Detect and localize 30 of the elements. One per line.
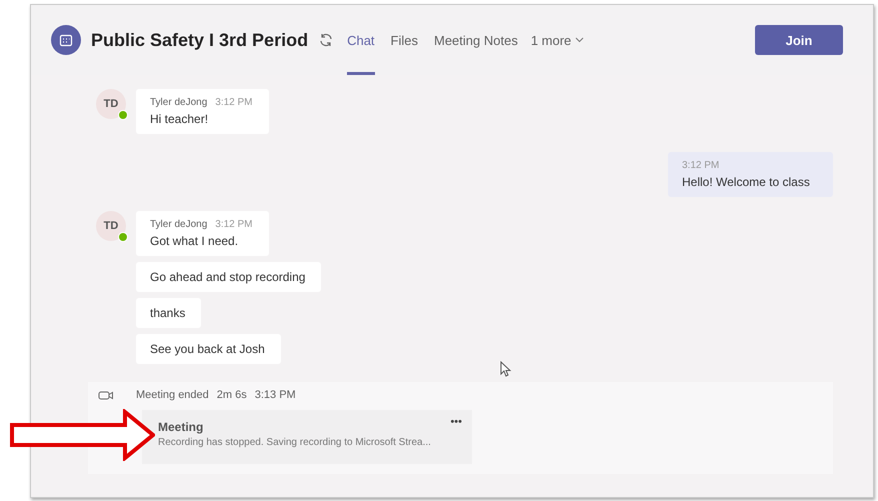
meeting-card-title: Meeting: [158, 420, 204, 434]
author-name: Tyler deJong: [150, 219, 208, 230]
message-text: Got what I need.: [150, 234, 240, 248]
message-text: Hello! Welcome to class: [682, 175, 811, 189]
meeting-time: 3:13 PM: [254, 389, 296, 401]
user-avatar[interactable]: TD: [96, 89, 126, 119]
meeting-card[interactable]: Meeting Recording has stopped. Saving recording to Microsoft Strea... •••: [142, 410, 472, 464]
message-text: thanks: [150, 306, 186, 320]
more-tabs-dropdown[interactable]: 1 more: [530, 32, 584, 48]
message-time: 3:12 PM: [215, 219, 253, 230]
chevron-down-icon: [575, 37, 584, 43]
message-time: 3:12 PM: [215, 97, 253, 108]
message-time: 3:12 PM: [682, 160, 720, 171]
team-logo-icon: [51, 25, 81, 55]
meeting-card-text: Recording has stopped. Saving recording to Microsoft Strea...: [158, 437, 432, 448]
join-button[interactable]: Join: [755, 25, 843, 55]
mouse-pointer-icon: [500, 361, 512, 377]
refresh-icon[interactable]: [318, 32, 334, 48]
author-name: Tyler deJong: [150, 97, 208, 108]
tab[interactable]: Files: [390, 5, 418, 75]
tab[interactable]: Chat: [347, 5, 375, 75]
tab[interactable]: Meeting Notes: [434, 5, 518, 75]
message-text: Go ahead and stop recording: [150, 270, 306, 284]
channel-title: Public Safety I 3rd Period: [91, 30, 308, 50]
message-text: Hi teacher!: [150, 112, 210, 126]
user-avatar[interactable]: TD: [96, 211, 126, 241]
more-options-button[interactable]: •••: [450, 416, 462, 428]
meeting-duration: 2m 6s: [216, 389, 247, 401]
meeting-status: Meeting ended: [136, 389, 209, 401]
message-text: See you back at Josh: [150, 342, 265, 356]
